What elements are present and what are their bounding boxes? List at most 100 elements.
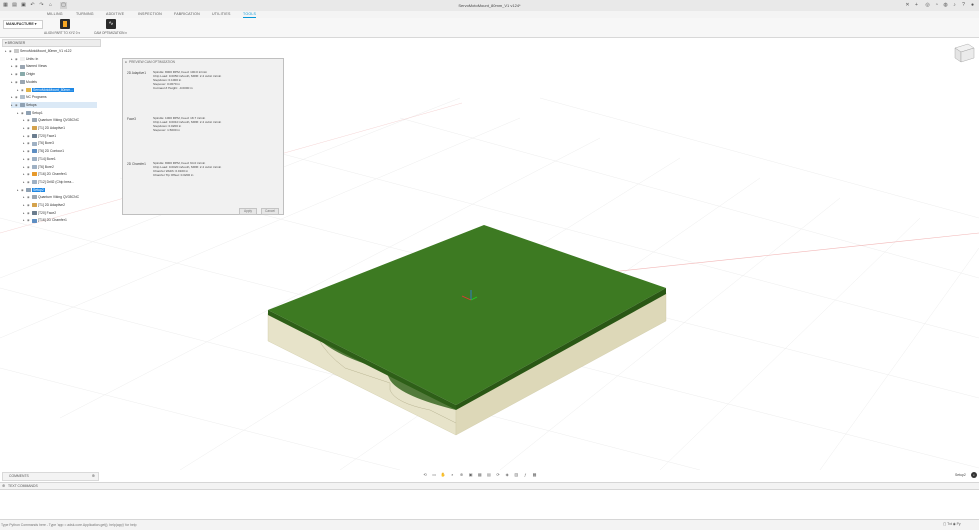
browser-item[interactable]: ▸ ◉ [T1] 2D Adaptive1 bbox=[23, 125, 97, 131]
extensions-icon[interactable]: ◎ bbox=[924, 2, 931, 9]
grid-settings-icon[interactable]: ▦ bbox=[476, 472, 484, 477]
browser-item[interactable]: ▸ ◉ [T16] 2D Chamfer1 bbox=[23, 171, 97, 177]
zoom-window-icon[interactable]: ⊕ bbox=[458, 472, 466, 477]
viewports-icon[interactable]: ▤ bbox=[485, 472, 493, 477]
node-type-icon bbox=[26, 187, 31, 192]
apply-button[interactable]: Apply bbox=[239, 208, 257, 215]
navigation-toolbar: ⟲ ▭ ✋ ⌕ ⊕ ▣ ▦ ▤ ⟳ ◈ ▥ ƒ ▩ bbox=[421, 472, 561, 479]
browser-item-label: [T1] 2D Adaptive1 bbox=[38, 126, 65, 130]
browser-item-label: [T6] Bore2 bbox=[38, 164, 54, 169]
node-type-icon bbox=[32, 149, 37, 154]
window-title: ServoMotoMount_80mm_V1 v124* bbox=[458, 3, 521, 8]
tab-additive[interactable]: ADDITIVE bbox=[106, 12, 124, 16]
group-2d-chamfer1-details: Spindle: 8000 RPM, Feed: 64.0 in/min Chi… bbox=[153, 161, 221, 178]
browser-item[interactable]: ▸ ◉ Named Views bbox=[11, 63, 97, 69]
browser-item-label: [T1] 2D Adaptive2 bbox=[38, 203, 65, 207]
collapse-icon[interactable]: ● bbox=[125, 60, 127, 64]
browser-item[interactable]: ▸ ◉ [T20] Face2 bbox=[23, 210, 97, 216]
orbit-icon[interactable]: ⟲ bbox=[421, 472, 429, 477]
text-commands-bar[interactable]: ⊕ TEXT COMMANDS bbox=[0, 482, 979, 490]
browser-item-label: Setups bbox=[26, 102, 37, 107]
notification-bell-icon[interactable]: ♪ bbox=[951, 2, 958, 9]
browser-item-label: Origin bbox=[26, 72, 36, 77]
tab-fabrication[interactable]: FABRICATION bbox=[174, 12, 200, 16]
section-analysis-icon[interactable]: ▥ bbox=[512, 472, 520, 477]
node-type-icon bbox=[32, 118, 37, 123]
new-tab-icon[interactable]: + bbox=[913, 2, 920, 9]
browser-item-label: [T16] 2D Chamfer1 bbox=[38, 218, 67, 223]
node-type-icon bbox=[32, 203, 37, 208]
tab-utilities[interactable]: UTILITIES bbox=[212, 12, 231, 16]
browser-item[interactable]: ▸ ◉ Origin bbox=[11, 71, 97, 77]
detail-line: Cutmaul Z Height: -0.0000 in bbox=[153, 85, 193, 90]
python-command-input[interactable] bbox=[1, 522, 701, 527]
browser-item[interactable]: ▸ ◉ [T12] Drill2 (Chip brea... bbox=[23, 179, 97, 185]
browser-item[interactable]: ▸ ◉ Quantum Viking QV35CNC bbox=[23, 117, 97, 123]
workspace-switcher[interactable]: MANUFACTURE ▾ bbox=[3, 20, 43, 29]
browser-item[interactable]: ▸ ◉ [T6] Bore2 bbox=[23, 164, 97, 170]
tab-turning[interactable]: TURNING bbox=[76, 12, 94, 16]
look-at-icon[interactable]: ▭ bbox=[430, 472, 438, 477]
node-type-icon bbox=[14, 49, 19, 54]
browser-item[interactable]: ▸ ◉ Setups bbox=[11, 101, 97, 108]
node-type-icon bbox=[20, 79, 25, 84]
cancel-button[interactable]: Cancel bbox=[261, 208, 279, 215]
cam-optimization-label[interactable]: CAM OPTIMIZATION ▾ bbox=[94, 31, 127, 35]
browser-item[interactable]: ▸ ◉ [T20] Face1 bbox=[23, 133, 97, 139]
browser-item[interactable]: ▸ ◉ Models bbox=[11, 79, 97, 85]
help-icon[interactable]: ? bbox=[960, 2, 967, 9]
tab-inspection[interactable]: INSPECTION bbox=[138, 12, 162, 16]
browser-item[interactable]: ▸ ◉ ServoMotoMount_80mm... bbox=[17, 87, 97, 93]
browser-item-label: ServoMotoMount_80mm... bbox=[32, 87, 74, 92]
add-comment-icon[interactable]: ⊕ bbox=[92, 473, 95, 478]
browser-item[interactable]: ▸ ◉ NC Programs bbox=[11, 94, 97, 100]
browser-item[interactable]: ▸ ◉ Units: in bbox=[11, 56, 97, 62]
quick-search-icon[interactable]: ⌕ bbox=[971, 472, 977, 478]
network-icon[interactable]: ◍ bbox=[942, 2, 949, 9]
dialog-header[interactable]: ● PREVIEW CAM OPTIMIZATION bbox=[123, 59, 283, 66]
browser-item[interactable]: ▸ ◉ [T6] 2D Contour1 bbox=[23, 148, 97, 154]
browser-title: BROWSER bbox=[7, 41, 26, 45]
browser-item[interactable]: ▸ ◉ [T1] 2D Adaptive2 bbox=[23, 202, 97, 208]
pan-icon[interactable]: ✋ bbox=[439, 472, 447, 477]
simulation-icon[interactable]: ⟳ bbox=[494, 472, 502, 477]
cam-optimization-icon[interactable]: ∿ bbox=[106, 19, 116, 29]
tab-milling[interactable]: MILLING bbox=[47, 12, 63, 16]
view-cube[interactable] bbox=[954, 43, 975, 63]
py-mode-toggle[interactable]: ▢ Txt ◉ Py bbox=[943, 522, 961, 526]
browser-item[interactable]: ▸ ◉ Quantum Viking QV35CNC bbox=[23, 194, 97, 200]
zoom-icon[interactable]: ⌕ bbox=[448, 472, 456, 477]
browser-item-label: Units: in bbox=[26, 56, 39, 61]
browser-item[interactable]: ▸ ◉ [T14] Bore1 bbox=[23, 156, 97, 162]
close-tab-icon[interactable]: ✕ bbox=[904, 2, 911, 9]
browser-item[interactable]: ▸ ◉ Setup1 bbox=[17, 110, 97, 116]
toolpath-display-icon[interactable]: ƒ bbox=[521, 472, 529, 477]
node-type-icon bbox=[32, 133, 37, 138]
browser-item[interactable]: ▸ ◉ [T16] 2D Chamfer1 bbox=[23, 217, 97, 223]
browser-header[interactable]: ▾ BROWSER bbox=[2, 39, 101, 47]
browser-item[interactable]: ▸ ◉ [T6] Bore3 bbox=[23, 140, 97, 146]
stock-icon[interactable]: ◈ bbox=[503, 472, 511, 477]
group-face3-name: Face3 bbox=[127, 117, 136, 121]
align-part-icon[interactable] bbox=[60, 19, 70, 29]
node-type-icon bbox=[20, 72, 25, 77]
group-2d-chamfer1-name: 2D Chamfer1 bbox=[127, 162, 146, 166]
stock-part[interactable] bbox=[267, 225, 667, 436]
account-avatar-icon[interactable]: ● bbox=[969, 2, 976, 9]
comments-panel[interactable]: COMMENTS ⊕ bbox=[2, 472, 99, 481]
detail-line: Chamfer Tip Offset: 0.0200 in bbox=[153, 172, 194, 177]
browser-panel: ▾ BROWSER ▸ ◉ ServoMotoMount_80mm_V1 v122 ▸… bbox=[2, 39, 101, 224]
job-status-icon[interactable]: ◔ bbox=[933, 2, 940, 9]
browser-item-label: Models bbox=[26, 79, 37, 84]
expand-icon[interactable]: ⊕ bbox=[2, 483, 5, 488]
align-part-label[interactable]: ALIGN PART TO XYZ 0 ▾ bbox=[44, 31, 80, 35]
node-type-icon bbox=[32, 141, 37, 146]
node-type-icon bbox=[20, 64, 25, 69]
node-type-icon bbox=[32, 210, 37, 215]
display-settings-icon[interactable]: ▣ bbox=[467, 472, 475, 477]
browser-item-label: Named Views bbox=[26, 64, 47, 69]
machine-icon[interactable]: ▩ bbox=[531, 472, 539, 477]
browser-item[interactable]: ▸ ◉ Setup2 bbox=[17, 187, 97, 193]
browser-item[interactable]: ▸ ◉ ServoMotoMount_80mm_V1 v122 bbox=[5, 48, 97, 54]
browser-item-label: Setup1 bbox=[32, 110, 43, 115]
